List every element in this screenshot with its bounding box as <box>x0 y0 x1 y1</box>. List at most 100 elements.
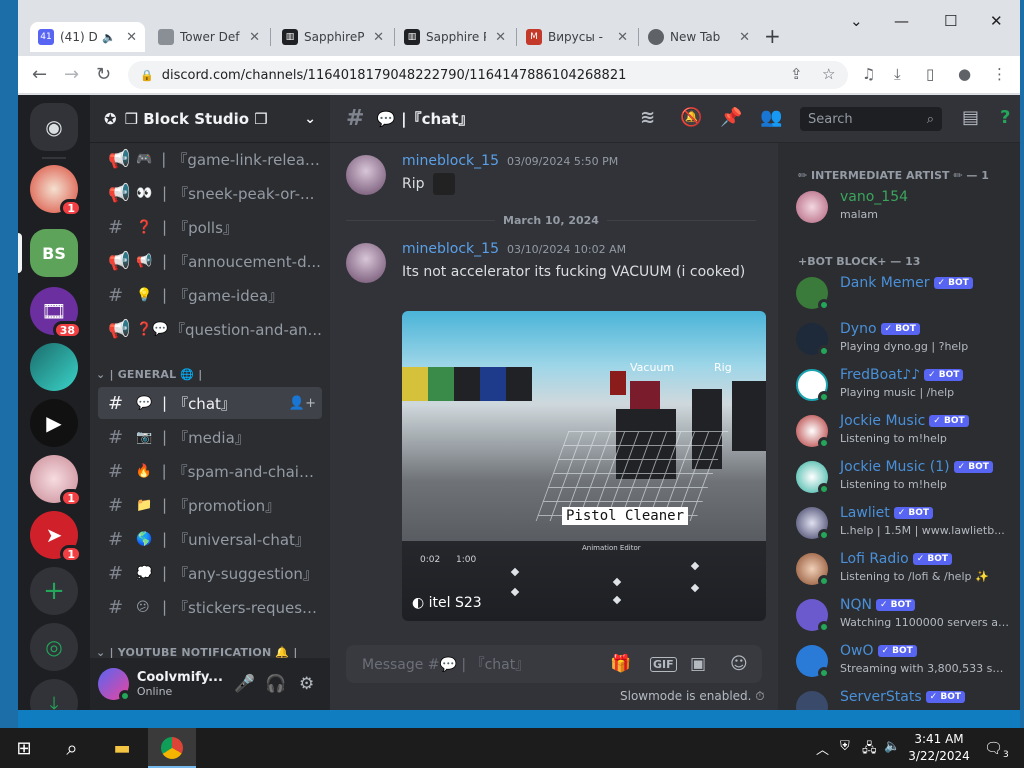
member-item[interactable]: Lofi Radio ✓ BOT Listening to /lofi & /he… <box>796 549 1018 593</box>
close-tab-icon[interactable]: ✕ <box>373 30 384 45</box>
channel-item[interactable]: # 😕 | 『stickers-request... <box>98 591 322 623</box>
sticker-icon[interactable]: ▣ <box>690 654 706 674</box>
channel-item[interactable]: # 🌎 | 『universal-chat』 <box>98 523 322 555</box>
message-input[interactable]: Message #💬 | 『chat』 🎁 GIF ▣ ☺ <box>346 645 762 683</box>
lock-icon[interactable]: 🔒 <box>140 69 154 82</box>
channel-item-chat[interactable]: # 💬 | 『chat』 👤+ <box>98 387 322 419</box>
tab-tower-defense[interactable]: Tower Defe ✕ <box>150 22 268 52</box>
network-icon[interactable]: 🖧 <box>862 739 877 761</box>
download-apps-icon[interactable]: ⤓ <box>30 679 78 710</box>
headphones-icon[interactable]: 🎧 <box>260 674 291 694</box>
notification-center-icon[interactable]: 🗨3 <box>984 739 1009 760</box>
member-item[interactable]: Lawliet ✓ BOT L.help | 1.5M | www.lawliet… <box>796 503 1018 547</box>
chrome-taskbar-icon[interactable] <box>148 728 196 768</box>
inbox-icon[interactable]: ▤ <box>962 107 979 128</box>
tab-search-chevron-icon[interactable]: ⌄ <box>850 12 863 30</box>
block-studio-server-icon[interactable]: BS <box>30 229 78 277</box>
mute-microphone-icon[interactable]: 🎤 <box>230 674 261 694</box>
member-item[interactable]: Dyno ✓ BOT Playing dyno.gg | ?help <box>796 319 1018 363</box>
security-icon[interactable]: ⛨ <box>840 739 850 754</box>
minimize-button[interactable]: — <box>894 12 909 30</box>
maximize-button[interactable]: ☐ <box>944 12 957 30</box>
server-icon-red[interactable]: ➤ 1 <box>30 511 82 563</box>
video-attachment[interactable]: Vacuum Rig Pistol Cleaner 0:02 1:00 Anim… <box>402 311 766 621</box>
tab-new-tab[interactable]: New Tab ✕ <box>640 22 758 52</box>
notification-bell-muted-icon[interactable]: 🔕 <box>680 107 702 128</box>
avatar[interactable] <box>346 155 386 195</box>
pinned-messages-icon[interactable]: 📌 <box>720 107 742 128</box>
member-list-icon[interactable]: 👥 <box>760 107 782 128</box>
close-tab-icon[interactable]: ✕ <box>249 30 260 45</box>
channel-item[interactable]: # 🔥 | 『spam-and-chain』 <box>98 455 322 487</box>
tab-viruses[interactable]: M Вирусы - ✕ <box>518 22 636 52</box>
invite-icon[interactable]: 👤+ <box>289 396 316 411</box>
server-icon-play[interactable]: ▶ <box>30 399 78 447</box>
avatar[interactable] <box>346 243 386 283</box>
bookmark-star-icon[interactable]: ☆ <box>822 65 835 83</box>
media-control-icon[interactable]: ♫ <box>862 65 875 83</box>
menu-kebab-icon[interactable]: ⋮ <box>992 65 1007 83</box>
forward-button[interactable]: → <box>64 64 79 85</box>
channel-item[interactable]: 📢 🎮 | 『game-link-releas... <box>98 143 322 175</box>
speaker-icon[interactable]: 🔈 <box>102 31 116 44</box>
discover-servers-icon[interactable]: ◎ <box>30 623 78 671</box>
close-tab-icon[interactable]: ✕ <box>739 30 750 45</box>
chevron-down-icon[interactable]: ⌄ <box>304 111 316 127</box>
help-icon[interactable]: ? <box>1000 107 1010 128</box>
file-explorer-icon[interactable]: ▬ <box>100 728 144 768</box>
tab-sapphire-1[interactable]: ▥ SapphireP ✕ <box>274 22 392 52</box>
emoji-smile-icon[interactable]: ☺ <box>730 654 748 674</box>
system-clock[interactable]: 3:41 AM 3/22/2024 <box>904 731 974 765</box>
channel-item[interactable]: 📢 ❓💬 『question-and-an... <box>98 313 322 345</box>
volume-icon[interactable]: 🔈 <box>884 739 900 754</box>
message-author[interactable]: mineblock_15 <box>402 241 499 257</box>
chevron-up-icon[interactable]: ︿ <box>816 739 829 758</box>
server-icon-cyan[interactable] <box>30 343 78 391</box>
close-tab-icon[interactable]: ✕ <box>617 30 628 45</box>
close-tab-icon[interactable]: ✕ <box>126 30 137 45</box>
profile-icon[interactable]: ● <box>958 65 971 83</box>
category-general[interactable]: ⌄ | GENERAL 🌐 | <box>96 368 203 381</box>
channel-item[interactable]: # 💡 | 『game-idea』 <box>98 279 322 311</box>
search-input[interactable]: Search ⌕ <box>800 107 942 131</box>
user-info[interactable]: Coolvmify... Online <box>137 670 224 698</box>
member-item[interactable]: NQN ✓ BOT Watching 1100000 servers an... <box>796 595 1018 639</box>
channel-item[interactable]: # 📷 | 『media』 <box>98 421 322 453</box>
download-icon[interactable]: ⤓ <box>894 65 901 83</box>
reload-button[interactable]: ↻ <box>96 64 111 85</box>
side-panel-icon[interactable]: ▯ <box>926 65 934 83</box>
member-item[interactable]: Jockie Music (1) ✓ BOT Listening to m!hel… <box>796 457 1018 501</box>
close-window-button[interactable]: ✕ <box>990 12 1003 30</box>
server-icon-anime[interactable]: 1 <box>30 455 82 507</box>
member-item[interactable]: Dank Memer ✓ BOT <box>796 273 1018 317</box>
avatar[interactable] <box>98 668 131 702</box>
member-item[interactable]: OwO ✓ BOT Streaming with 3,800,533 ser... <box>796 641 1018 685</box>
member-item[interactable]: vano_154 malam <box>796 187 1018 231</box>
channel-item[interactable]: 📢 👀 | 『sneek-peak-or-... <box>98 177 322 209</box>
member-item[interactable]: ServerStats ✓ BOT <box>796 687 1018 710</box>
server-icon-1[interactable]: 1 <box>30 165 82 217</box>
member-item[interactable]: Jockie Music ✓ BOT Listening to m!help <box>796 411 1018 455</box>
threads-icon[interactable]: ≋ <box>640 107 655 128</box>
gift-icon[interactable]: 🎁 <box>610 654 631 674</box>
search-icon[interactable]: ⌕ <box>50 728 94 768</box>
tab-discord[interactable]: 41 (41) Di 🔈 ✕ <box>30 22 145 52</box>
channel-item[interactable]: # 💭 | 『any-suggestion』 <box>98 557 322 589</box>
discord-home-icon[interactable]: ◉ <box>30 103 78 151</box>
close-tab-icon[interactable]: ✕ <box>495 30 506 45</box>
add-server-icon[interactable]: + <box>30 567 78 615</box>
settings-gear-icon[interactable]: ⚙ <box>291 674 322 694</box>
back-button[interactable]: ← <box>32 64 47 85</box>
gif-icon[interactable]: GIF <box>650 657 677 672</box>
server-icon-film[interactable]: 🎞 38 <box>30 287 82 339</box>
sticker-emoji-icon[interactable] <box>432 173 455 195</box>
server-header[interactable]: ✪ ❒ Block Studio ❒ ⌄ <box>90 95 330 143</box>
new-tab-button[interactable]: + <box>764 24 781 48</box>
channel-item[interactable]: # 📁 | 『promotion』 <box>98 489 322 521</box>
channel-item[interactable]: 📢 📢 | 『annoucement-d... <box>98 245 322 277</box>
channel-item[interactable]: # ❓ | 『polls』 <box>98 211 322 243</box>
share-icon[interactable]: ⇪ <box>790 65 803 83</box>
member-item[interactable]: FredBoat♪♪ ✓ BOT Playing music | /help <box>796 365 1018 409</box>
tab-sapphire-2[interactable]: ▥ Sapphire P ✕ <box>396 22 514 52</box>
message-author[interactable]: mineblock_15 <box>402 153 499 169</box>
